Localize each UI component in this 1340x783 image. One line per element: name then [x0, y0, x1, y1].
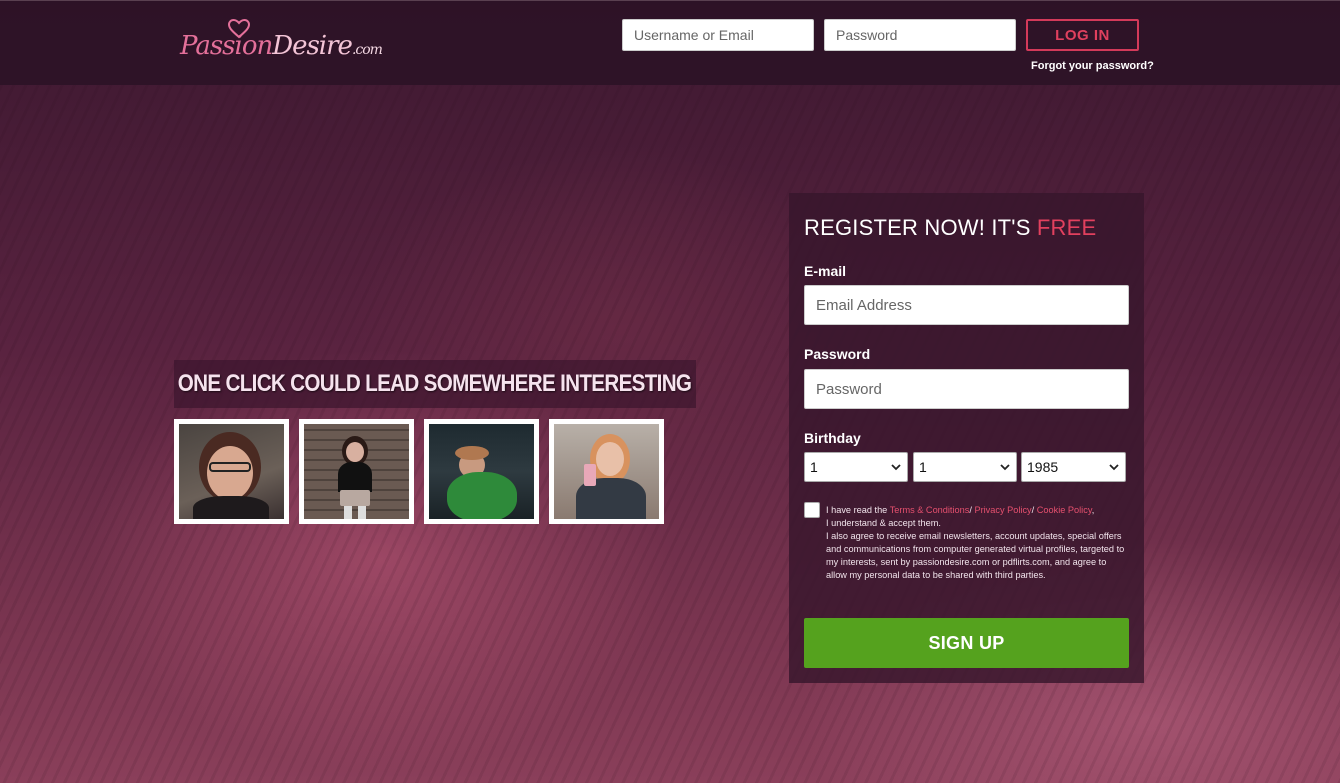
terms-link[interactable]: Terms & Conditions: [890, 505, 970, 515]
birthday-day-select[interactable]: 1: [804, 452, 908, 482]
password-label: Password: [804, 346, 871, 362]
terms-text: I have read the Terms & Conditions/ Priv…: [826, 505, 1125, 580]
cookie-policy-link[interactable]: Cookie Policy: [1037, 505, 1092, 515]
login-username-input[interactable]: [622, 19, 814, 51]
terms-body: I also agree to receive email newsletter…: [826, 531, 1125, 580]
terms-checkbox[interactable]: [804, 502, 820, 518]
login-button[interactable]: LOG IN: [1026, 19, 1139, 51]
signup-button[interactable]: SIGN UP: [804, 618, 1129, 668]
terms-accept: I understand & accept them.: [826, 518, 941, 528]
profile-photo-2: [304, 424, 409, 519]
profile-thumbnail-1[interactable]: [174, 419, 289, 524]
profile-thumbnail-2[interactable]: [299, 419, 414, 524]
birthday-month-select[interactable]: 1: [913, 452, 1017, 482]
forgot-password-link[interactable]: Forgot your password?: [1031, 60, 1154, 72]
profile-photo-1: [179, 424, 284, 519]
terms-prefix: I have read the: [826, 505, 890, 515]
password-field[interactable]: [804, 369, 1129, 409]
site-logo[interactable]: PassionDesire.com: [180, 19, 383, 65]
birthday-day-value: 1: [810, 459, 818, 475]
register-title: REGISTER NOW! IT'S FREE: [804, 215, 1097, 240]
profile-thumbnail-3[interactable]: [424, 419, 539, 524]
birthday-month-value: 1: [919, 459, 927, 475]
profile-thumbnail-4[interactable]: [549, 419, 664, 524]
birthday-year-value: 1985: [1027, 459, 1059, 475]
email-field[interactable]: [804, 285, 1129, 325]
registration-panel: REGISTER NOW! IT'S FREE E-mail Password …: [789, 193, 1144, 683]
top-bar: PassionDesire.com LOG IN Forgot your pas…: [0, 0, 1340, 85]
birthday-label: Birthday: [804, 430, 861, 446]
chevron-down-icon: [1109, 464, 1119, 471]
hero-tagline: ONE CLICK COULD LEAD SOMEWHERE INTERESTI…: [174, 360, 696, 408]
chevron-down-icon: [1000, 464, 1010, 471]
chevron-down-icon: [891, 464, 901, 471]
login-password-input[interactable]: [824, 19, 1016, 51]
hero-tagline-text: ONE CLICK COULD LEAD SOMEWHERE INTERESTI…: [178, 370, 692, 397]
logo-text: PassionDesire.com: [180, 31, 383, 61]
privacy-policy-link[interactable]: Privacy Policy: [974, 505, 1031, 515]
profile-photo-4: [554, 424, 659, 519]
profile-photo-3: [429, 424, 534, 519]
birthday-year-select[interactable]: 1985: [1021, 452, 1126, 482]
email-label: E-mail: [804, 263, 847, 279]
